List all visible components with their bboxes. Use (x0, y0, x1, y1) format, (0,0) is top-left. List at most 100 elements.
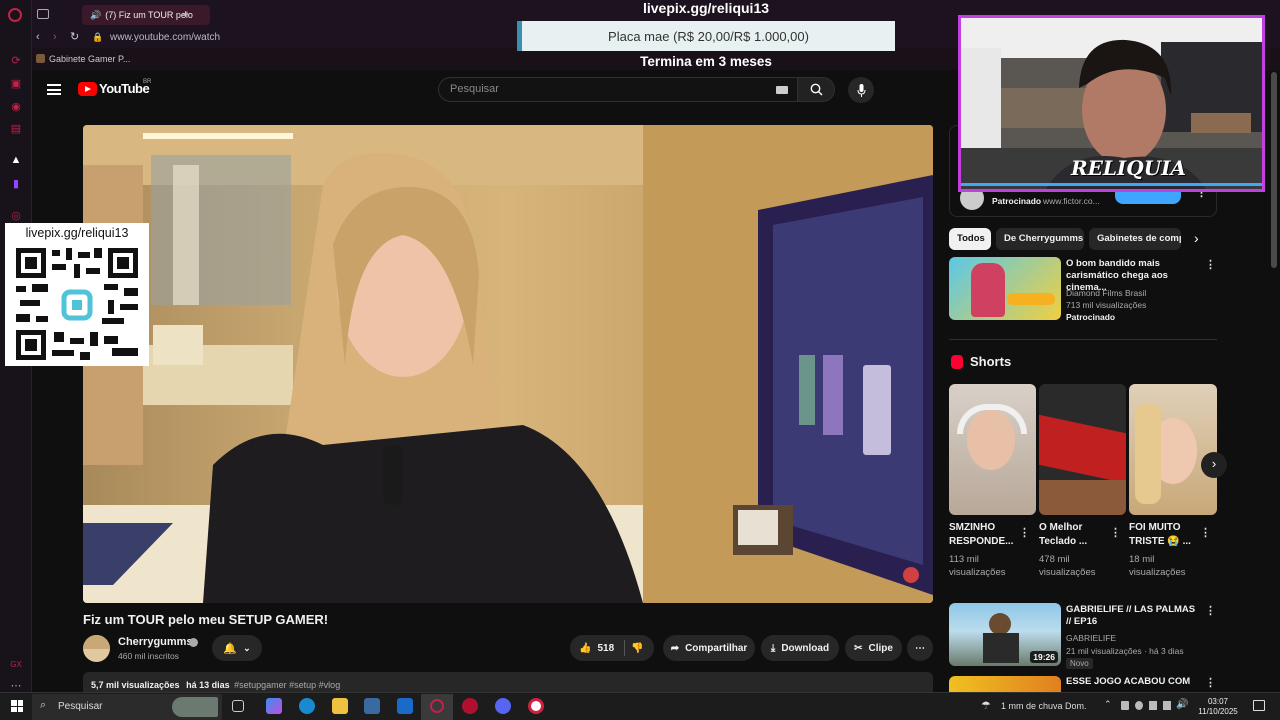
thumbs-up-icon[interactable]: 👍 (579, 643, 591, 654)
goal-label: Placa mae (R$ 20,00/R$ 1.000,00) (608, 28, 809, 44)
channel-avatar[interactable] (83, 635, 110, 662)
tab-active[interactable]: 🔊 (7) Fiz um TOUR pelo (82, 5, 210, 25)
description-box[interactable]: 5,7 mil visualizações há 13 dias #setupg… (83, 672, 933, 692)
recommended-more-vert-icon[interactable]: ⋮ (1205, 676, 1216, 689)
news-icon[interactable]: ▤ (8, 120, 24, 136)
download-button[interactable]: ⤓ Download (761, 635, 839, 661)
taskbar-search-box[interactable]: ⌕ Pesquisar (32, 694, 222, 720)
like-count[interactable]: 518 (597, 643, 614, 654)
tray-chevron-icon[interactable]: ⌃ (1104, 699, 1112, 710)
view-count: 5,7 mil visualizações (91, 680, 180, 690)
short-thumbnail-3[interactable] (1129, 384, 1217, 515)
history-icon[interactable]: ⟳ (8, 52, 24, 68)
sponsored-label: Patrocinado (992, 196, 1042, 206)
recommended-more-vert-icon[interactable]: ⋮ (1205, 604, 1216, 617)
recommended-channel-1[interactable]: GABRIELIFE (1066, 632, 1116, 644)
chip-all[interactable]: Todos (949, 228, 991, 250)
bag-icon[interactable]: ▣ (8, 75, 24, 91)
lock-icon: 🔒 (92, 32, 104, 42)
short-title-2[interactable]: O Melhor Teclado ... (1039, 521, 1109, 549)
hashtags[interactable]: #setupgamer #setup #vlog (234, 680, 340, 690)
speaker-icon: 🔊 (90, 9, 102, 20)
recommended-title-1[interactable]: GABRIELIFE // LAS PALMAS // EP16 (1066, 604, 1196, 628)
divider (949, 339, 1217, 340)
verified-icon (189, 638, 198, 647)
short-title-1[interactable]: SMZINHO RESPONDE... (949, 521, 1019, 549)
keyboard-icon[interactable] (776, 86, 788, 94)
edge-icon[interactable] (299, 698, 315, 714)
windows-start-icon[interactable] (11, 700, 23, 712)
new-tab-button[interactable]: + (182, 7, 189, 21)
opera-gx-icon (430, 699, 444, 713)
short-views-2: 478 mil visualizações (1039, 554, 1096, 578)
share-button[interactable]: ➦ Compartilhar (663, 635, 755, 661)
recommended-title-2[interactable]: ESSE JOGO ACABOU COM A (1066, 676, 1196, 688)
url-field[interactable]: www.youtube.com/watch (110, 32, 220, 43)
video-frame (83, 125, 933, 603)
recommended-thumbnail-1[interactable]: 19:26 (949, 603, 1061, 666)
video-player[interactable] (83, 125, 933, 603)
bookmark-item[interactable]: Gabinete Gamer P... (49, 54, 130, 64)
store-icon[interactable] (364, 698, 380, 714)
region-code: BR (143, 79, 152, 85)
mic-icon (857, 83, 865, 97)
short-more-vert-icon[interactable]: ⋮ (1110, 526, 1121, 539)
sponsor-cta-button[interactable] (1115, 190, 1181, 204)
more-icon[interactable]: ⋯ (8, 677, 24, 693)
twitch-icon[interactable]: ▮ (8, 175, 24, 191)
short-views-1: 113 mil visualizações (949, 554, 1006, 578)
chevron-right-icon[interactable]: › (1194, 230, 1199, 246)
video-title: Fiz um TOUR pelo meu SETUP GAMER! (83, 612, 329, 627)
copilot-icon[interactable] (266, 698, 282, 714)
ad-more-vert-icon[interactable]: ⋮ (1205, 258, 1216, 271)
outlook-icon[interactable] (397, 698, 413, 714)
gx-icon[interactable]: GX (8, 656, 24, 672)
system-tray-icons[interactable] (1121, 701, 1181, 711)
shorts-next-button[interactable]: › (1201, 452, 1227, 478)
obs-icon[interactable] (462, 698, 478, 714)
short-more-vert-icon[interactable]: ⋮ (1019, 526, 1030, 539)
clip-button[interactable]: ✂ Clipe (845, 635, 902, 661)
ad-thumbnail[interactable] (949, 257, 1061, 320)
app-icon[interactable] (528, 698, 544, 714)
short-more-vert-icon[interactable]: ⋮ (1200, 526, 1211, 539)
search-button[interactable] (797, 77, 835, 102)
ad-views: 713 mil visualizações (1066, 300, 1147, 310)
player-icon[interactable]: ◎ (8, 207, 24, 223)
volume-icon[interactable]: 🔊 (1176, 699, 1188, 710)
more-actions-button[interactable]: ⋯ (907, 635, 933, 661)
forward-icon[interactable]: › (53, 31, 57, 43)
discord-icon[interactable] (495, 698, 511, 714)
menu-icon[interactable] (47, 84, 61, 95)
task-view-icon[interactable] (232, 700, 244, 712)
search-input[interactable]: Pesquisar (438, 77, 798, 102)
back-icon[interactable]: ‹ (36, 31, 40, 43)
thumbs-down-icon[interactable]: 👎 (631, 643, 643, 654)
weather-text[interactable]: 1 mm de chuva Dom. (1001, 701, 1087, 711)
opera-logo-icon[interactable] (8, 8, 22, 22)
short-title-3[interactable]: FOI MUITO TRISTE 😭 ... (1129, 521, 1199, 549)
notifications-icon[interactable] (1253, 700, 1265, 711)
short-thumbnail-2[interactable] (1039, 384, 1126, 515)
reload-icon[interactable]: ↻ (70, 30, 79, 43)
voice-search-button[interactable] (848, 77, 874, 103)
clock[interactable]: 03:07 11/10/2025 (1196, 697, 1240, 717)
messenger-icon[interactable]: ◉ (8, 98, 24, 114)
file-explorer-icon[interactable] (332, 698, 348, 714)
youtube-logo-text[interactable]: YouTube (99, 81, 150, 96)
channel-name[interactable]: Cherrygumms (118, 636, 193, 648)
youtube-logo-icon[interactable] (78, 82, 97, 96)
page-scrollbar[interactable] (1271, 72, 1277, 268)
subscribe-bell-button[interactable]: 🔔 ⌄ (212, 635, 262, 661)
donation-goal-bar: Placa mae (R$ 20,00/R$ 1.000,00) (517, 21, 895, 51)
short-thumbnail-1[interactable] (949, 384, 1036, 515)
recommended-thumbnail-2[interactable] (949, 676, 1061, 692)
aria-icon[interactable]: ▲ (8, 152, 24, 168)
chip-from-channel[interactable]: De Cherrygumms (996, 228, 1084, 250)
qr-code-card: livepix.gg/reliqui13 (5, 223, 149, 366)
clock-time: 03:07 (1207, 697, 1229, 706)
chip-gabinetes[interactable]: Gabinetes de comp (1089, 228, 1181, 250)
tab-island-icon[interactable] (37, 9, 49, 19)
opera-gx-taskbar-button[interactable] (421, 694, 453, 720)
donation-link-title: livepix.gg/reliqui13 (642, 0, 770, 16)
